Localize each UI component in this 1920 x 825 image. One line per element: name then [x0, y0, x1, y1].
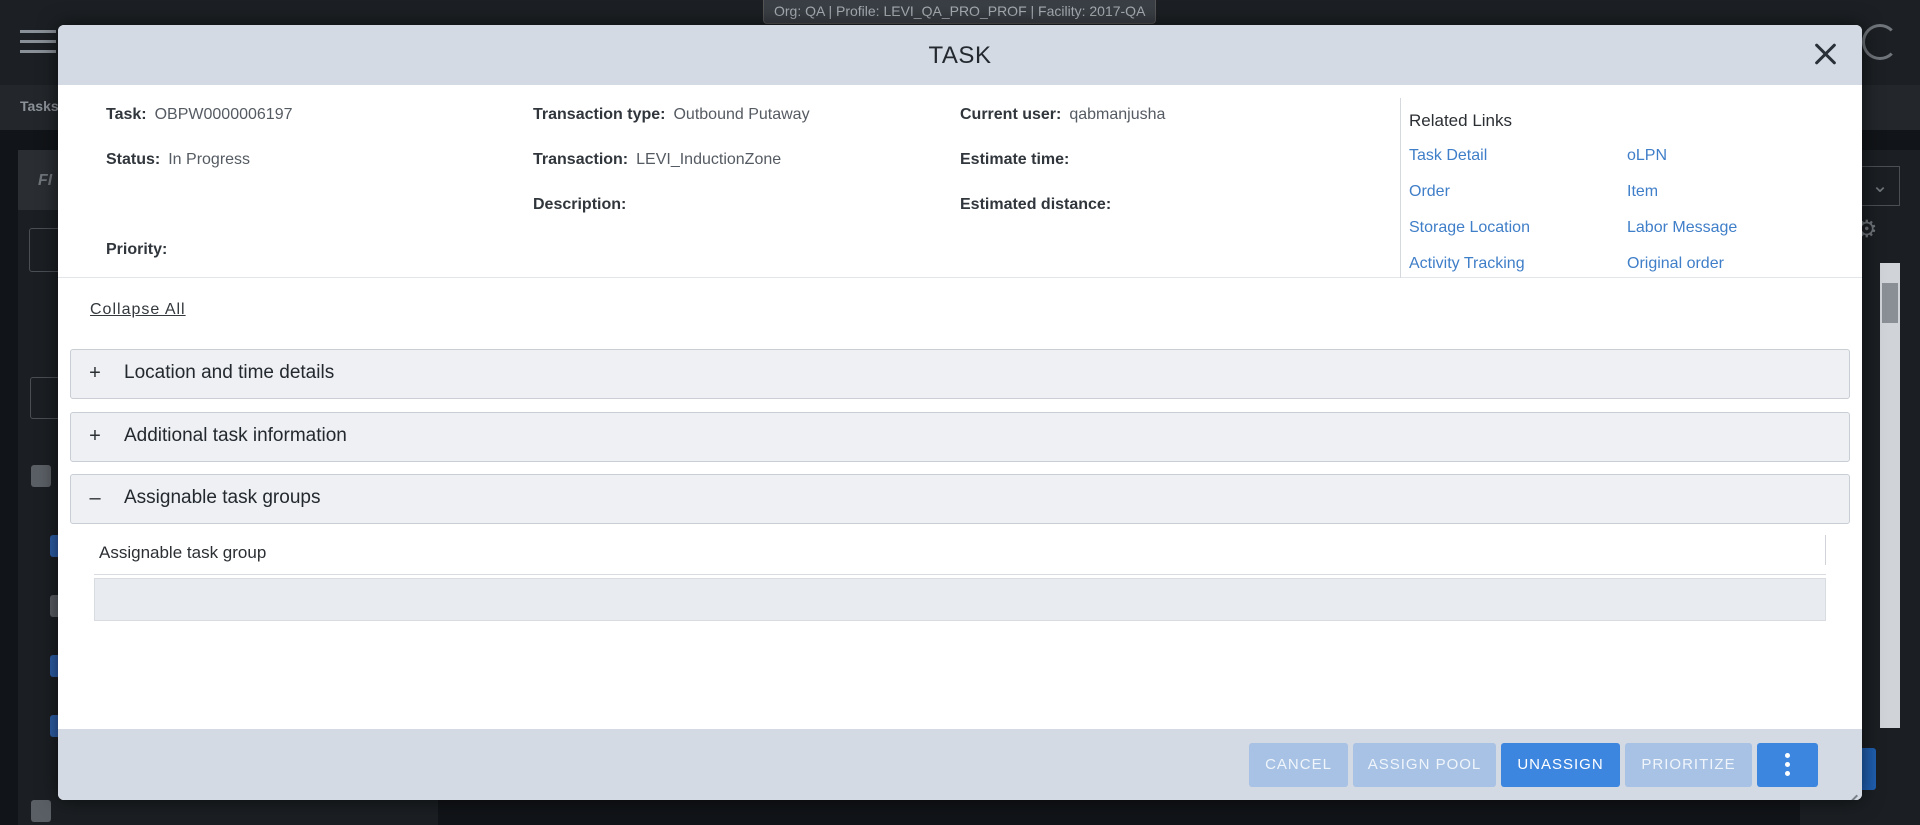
status-field: Status: In Progress: [106, 151, 250, 169]
prioritize-button[interactable]: PRIORITIZE: [1625, 743, 1752, 787]
table-row[interactable]: [94, 578, 1826, 621]
link-activity-tracking[interactable]: Activity Tracking: [1409, 255, 1525, 273]
current-user-value: qabmanjusha: [1069, 106, 1166, 123]
refresh-icon[interactable]: [1862, 24, 1898, 60]
task-info: Task: OBPW0000006197 Status: In Progress P…: [58, 85, 1862, 278]
unassign-button[interactable]: UNASSIGN: [1501, 743, 1620, 787]
resize-handle-icon[interactable]: [1844, 782, 1858, 796]
column-divider[interactable]: [1825, 535, 1826, 565]
estimated-distance-label: Estimated distance:: [960, 196, 1112, 213]
collapse-all-link[interactable]: Collapse All: [90, 301, 186, 319]
scrollbar[interactable]: [1880, 263, 1900, 728]
link-item[interactable]: Item: [1627, 183, 1658, 201]
estimate-time-label: Estimate time:: [960, 151, 1070, 168]
status-label: Status:: [106, 151, 161, 168]
breadcrumb[interactable]: Tasks: [20, 98, 59, 114]
column-header[interactable]: Assignable task group: [99, 543, 266, 563]
task-value: OBPW0000006197: [154, 106, 293, 123]
related-links: Related Links Task Detail oLPN Order Ite…: [1400, 98, 1860, 278]
accordion-assignable-groups[interactable]: – Assignable task groups: [70, 474, 1850, 524]
status-value: In Progress: [168, 151, 251, 168]
link-original-order[interactable]: Original order: [1627, 255, 1724, 273]
close-icon[interactable]: [1810, 39, 1840, 69]
link-olpn[interactable]: oLPN: [1627, 147, 1667, 165]
checkbox[interactable]: [31, 465, 51, 487]
more-options-icon[interactable]: [1757, 743, 1818, 787]
chevron-down-icon[interactable]: ⌄: [1860, 166, 1900, 206]
link-order[interactable]: Order: [1409, 183, 1450, 201]
priority-field: Priority:: [106, 241, 175, 259]
priority-label: Priority:: [106, 241, 168, 258]
estimate-time-field: Estimate time:: [960, 151, 1077, 169]
task-field: Task: OBPW0000006197: [106, 106, 292, 124]
link-labor-message[interactable]: Labor Message: [1627, 219, 1737, 237]
transaction-label: Transaction:: [533, 151, 629, 168]
transaction-type-value: Outbound Putaway: [673, 106, 810, 123]
assign-pool-button[interactable]: ASSIGN POOL: [1353, 743, 1496, 787]
hamburger-menu-icon[interactable]: [20, 30, 56, 54]
accordion-title: Additional task information: [124, 425, 347, 446]
current-user-label: Current user:: [960, 106, 1062, 123]
link-storage-location[interactable]: Storage Location: [1409, 219, 1530, 237]
transaction-type-label: Transaction type:: [533, 106, 666, 123]
transaction-field: Transaction: LEVI_InductionZone: [533, 151, 781, 169]
collapse-icon: –: [89, 487, 101, 509]
task-label: Task:: [106, 106, 147, 123]
modal-title: TASK: [928, 42, 992, 69]
accordion-title: Location and time details: [124, 362, 335, 383]
description-field: Description:: [533, 196, 634, 214]
description-label: Description:: [533, 196, 627, 213]
transaction-value: LEVI_InductionZone: [636, 151, 782, 168]
link-task-detail[interactable]: Task Detail: [1409, 147, 1487, 165]
expand-icon: +: [89, 362, 101, 384]
task-modal: TASK Task: OBPW0000006197 Status: In Progr…: [58, 25, 1862, 800]
checkbox[interactable]: [31, 800, 51, 822]
accordion-title: Assignable task groups: [124, 487, 321, 508]
expand-icon: +: [89, 425, 101, 447]
current-user-field: Current user: qabmanjusha: [960, 106, 1165, 124]
accordion-location-time[interactable]: + Location and time details: [70, 349, 1850, 399]
context-bar: Org: QA | Profile: LEVI_QA_PRO_PROF | Fa…: [763, 0, 1157, 24]
modal-footer: CANCEL ASSIGN POOL UNASSIGN PRIORITIZE: [58, 729, 1862, 800]
related-links-title: Related Links: [1409, 111, 1513, 130]
modal-header: TASK: [58, 25, 1862, 85]
accordion-additional-info[interactable]: + Additional task information: [70, 412, 1850, 462]
table-header: Assignable task group: [94, 535, 1826, 575]
estimated-distance-field: Estimated distance:: [960, 196, 1119, 214]
transaction-type-field: Transaction type: Outbound Putaway: [533, 106, 810, 124]
cancel-button[interactable]: CANCEL: [1249, 743, 1348, 787]
